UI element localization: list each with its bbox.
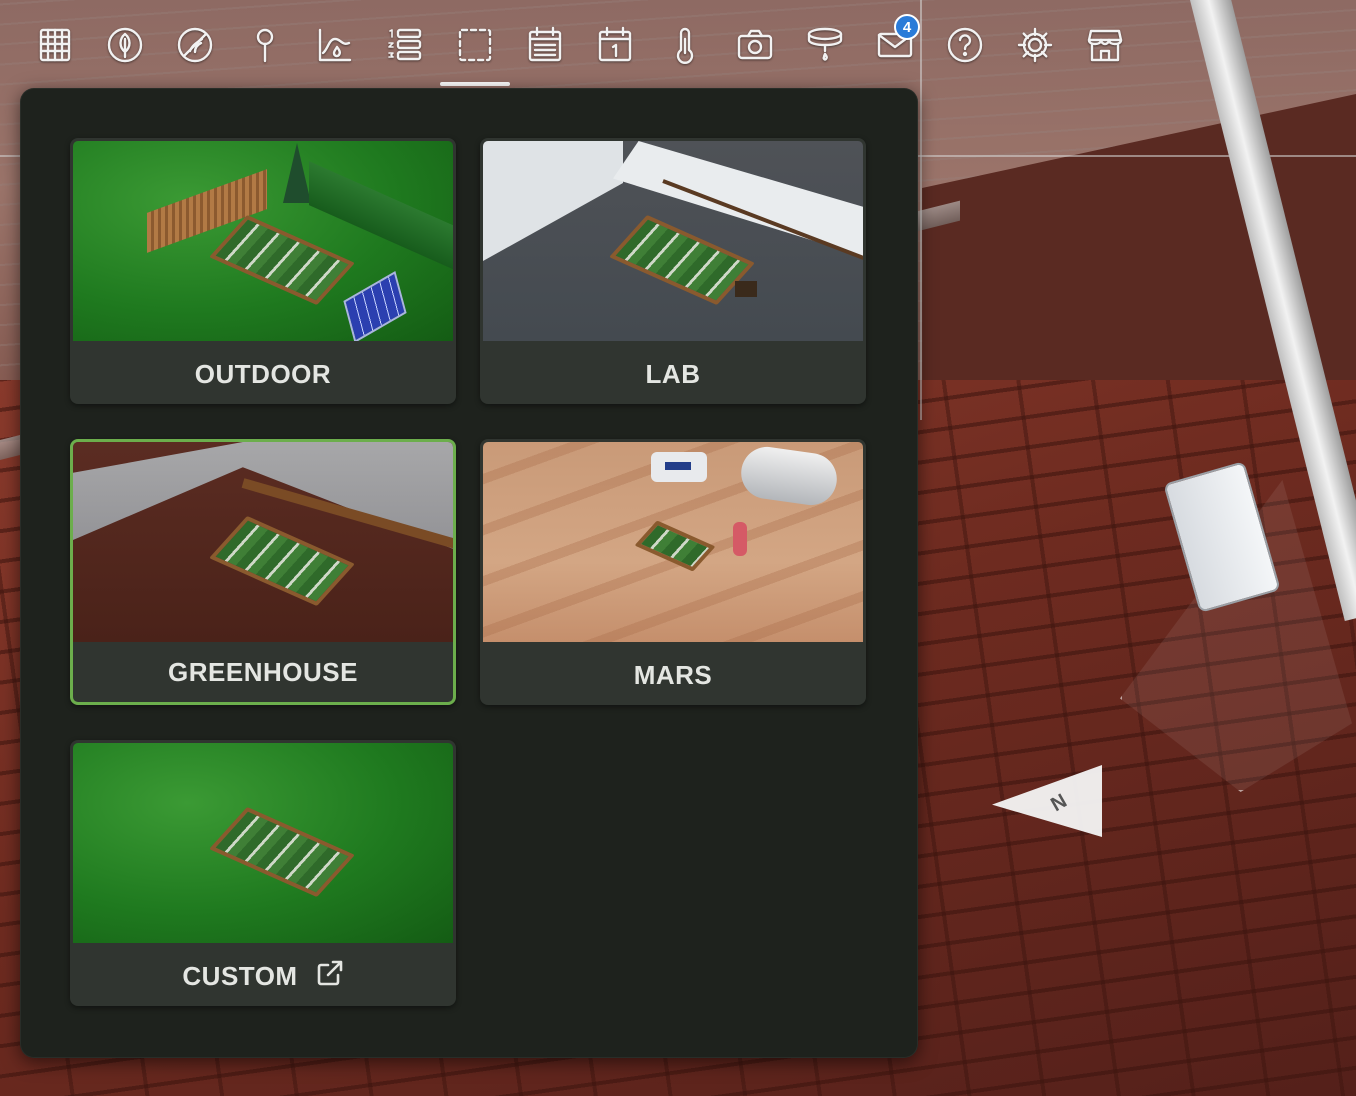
grid-icon — [39, 28, 71, 62]
message-count-badge: 4 — [894, 14, 920, 40]
messages-button[interactable]: 4 — [860, 12, 930, 78]
sequences-button[interactable] — [370, 12, 440, 78]
outdoor-thumbnail — [73, 141, 453, 341]
scene-card-custom[interactable]: CUSTOM — [70, 740, 456, 1006]
calendar-button[interactable] — [580, 12, 650, 78]
map-pin-icon — [256, 28, 274, 63]
grid-button[interactable] — [20, 12, 90, 78]
scene-card-label: GREENHOUSE — [168, 656, 358, 687]
sensors-button[interactable] — [650, 12, 720, 78]
top-toolbar: 4 — [20, 10, 1140, 86]
sensors-chart-button[interactable] — [300, 12, 370, 78]
photos-button[interactable] — [720, 12, 790, 78]
scene-card-label: MARS — [633, 659, 713, 690]
scene-card-label: OUTDOOR — [194, 358, 332, 389]
tools-button[interactable] — [790, 12, 860, 78]
dashed-square-icon — [458, 28, 492, 62]
scene-card-label: LAB — [645, 358, 701, 389]
zones-button[interactable] — [440, 12, 510, 86]
custom-label-text: CUSTOM — [182, 960, 298, 991]
lab-thumbnail — [483, 141, 863, 341]
scene-card-outdoor[interactable]: OUTDOOR — [70, 138, 456, 404]
gear-icon — [1017, 27, 1053, 63]
sequence-list-icon — [388, 28, 422, 61]
mars-thumbnail — [483, 442, 863, 642]
greenhouse-thumbnail — [73, 442, 453, 642]
settings-button[interactable] — [1000, 12, 1070, 78]
scene-card-mars[interactable]: MARS — [480, 439, 866, 705]
thermometer-icon — [676, 27, 694, 64]
weeds-button[interactable] — [160, 12, 230, 78]
plants-button[interactable] — [90, 12, 160, 78]
leaf-icon — [107, 27, 143, 63]
moisture-chart-icon — [318, 28, 352, 62]
external-link-icon — [316, 959, 344, 994]
no-weeds-icon — [177, 27, 213, 63]
watering-nozzle-icon — [807, 27, 843, 61]
help-button[interactable] — [930, 12, 1000, 78]
scene-select-panel: OUTDOOR LAB GREENHOUSE MARS CUSTOM — [20, 88, 918, 1058]
scene-card-greenhouse[interactable]: GREENHOUSE — [70, 439, 456, 705]
scene-card-lab[interactable]: LAB — [480, 138, 866, 404]
calendar-day-icon — [598, 26, 632, 62]
event-list-icon — [528, 26, 562, 62]
points-button[interactable] — [230, 12, 300, 78]
shop-button[interactable] — [1070, 12, 1140, 78]
custom-thumbnail — [73, 743, 453, 943]
store-icon — [1087, 29, 1123, 62]
farm-events-button[interactable] — [510, 12, 580, 78]
camera-icon — [737, 29, 773, 60]
help-icon — [947, 27, 983, 63]
scene-card-label: CUSTOM — [73, 943, 453, 1003]
